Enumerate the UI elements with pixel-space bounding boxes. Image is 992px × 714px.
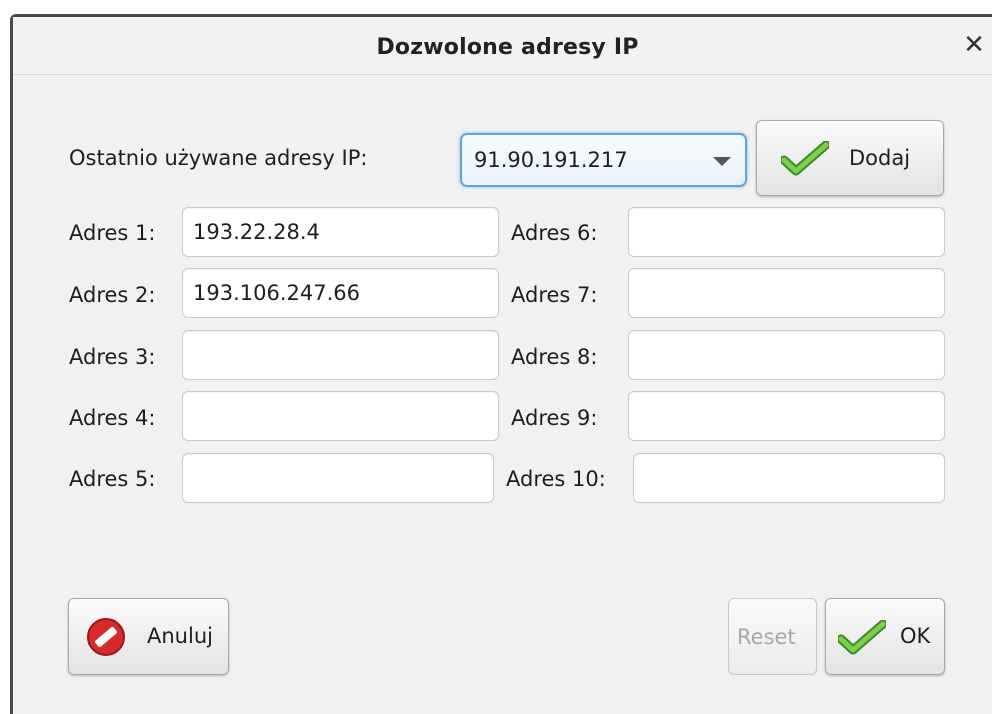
reset-button[interactable]: Reset <box>728 598 817 675</box>
address-5-label: Adres 5: <box>69 467 156 491</box>
ok-button[interactable]: OK <box>825 598 945 675</box>
cancel-button[interactable]: Anuluj <box>68 598 229 675</box>
address-9-label: Adres 9: <box>511 406 598 430</box>
recent-addresses-value: 91.90.191.217 <box>474 148 628 172</box>
recent-addresses-label: Ostatnio używane adresy IP: <box>69 146 368 170</box>
address-9-field[interactable] <box>628 391 945 441</box>
address-10-label: Adres 10: <box>506 467 606 491</box>
address-6-label: Adres 6: <box>511 221 598 245</box>
reset-button-label: Reset <box>737 625 796 649</box>
address-4-field[interactable] <box>182 391 499 441</box>
address-6-field[interactable] <box>628 207 945 257</box>
address-4-label: Adres 4: <box>69 406 156 430</box>
add-button-label: Dodaj <box>849 146 911 170</box>
check-icon <box>781 141 829 176</box>
close-icon[interactable]: ✕ <box>960 31 988 59</box>
chevron-down-icon[interactable] <box>713 157 731 166</box>
address-10-field[interactable] <box>633 453 945 503</box>
address-8-field[interactable] <box>628 330 945 380</box>
address-2-label: Adres 2: <box>69 283 156 307</box>
recent-addresses-combo[interactable]: 91.90.191.217 <box>460 133 747 187</box>
address-1-label: Adres 1: <box>69 221 156 245</box>
address-7-label: Adres 7: <box>511 283 598 307</box>
ok-button-label: OK <box>900 624 931 648</box>
address-3-field[interactable] <box>182 330 499 380</box>
dialog-title: Dozwolone adresy IP <box>376 35 639 60</box>
address-2-field[interactable]: 193.106.247.66 <box>182 268 499 318</box>
address-7-field[interactable] <box>628 268 945 318</box>
add-button[interactable]: Dodaj <box>756 120 944 196</box>
check-icon <box>838 620 886 655</box>
address-3-label: Adres 3: <box>69 345 156 369</box>
address-5-field[interactable] <box>182 453 494 503</box>
title-bar: Dozwolone adresy IP ✕ <box>13 17 992 75</box>
address-8-label: Adres 8: <box>511 345 598 369</box>
address-1-field[interactable]: 193.22.28.4 <box>182 207 499 257</box>
no-entry-icon <box>87 618 125 656</box>
cancel-button-label: Anuluj <box>147 624 213 648</box>
